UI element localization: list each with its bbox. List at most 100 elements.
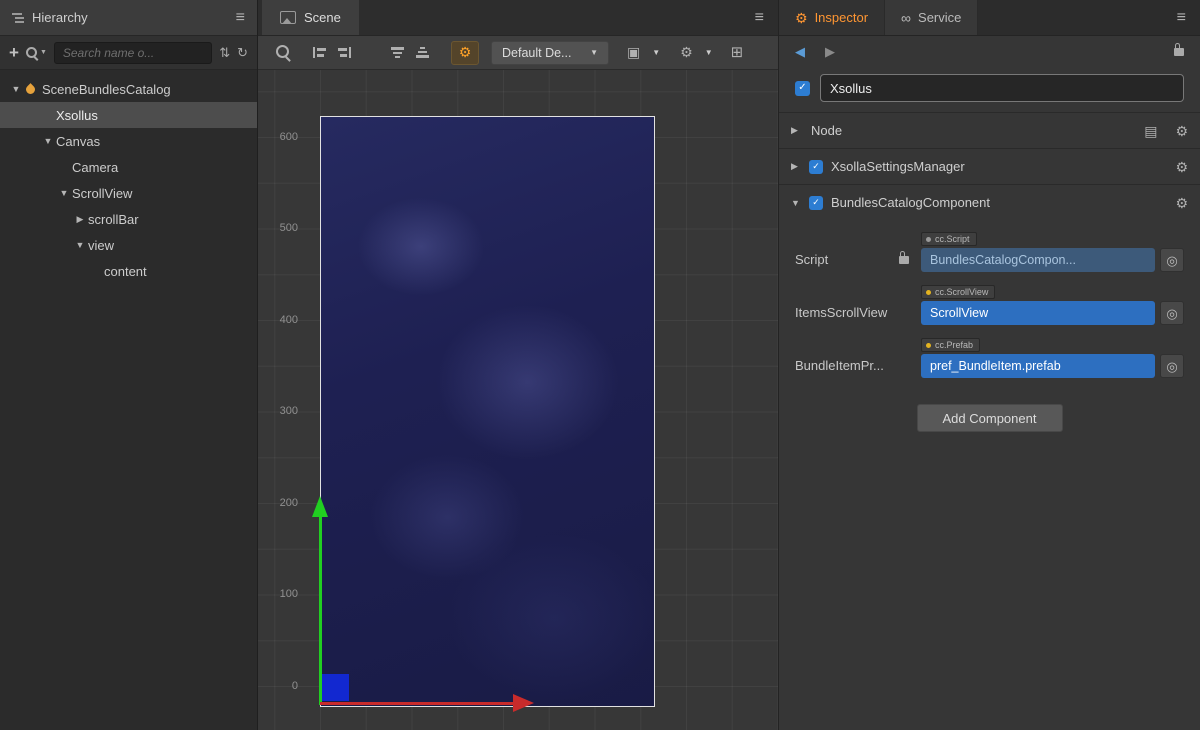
scene-settings-dropdown[interactable]: ⚙ ▼ xyxy=(680,44,712,61)
tab-inspector[interactable]: ⚙ Inspector xyxy=(779,0,885,35)
prefab-reference-field[interactable]: pref_BundleItem.prefab xyxy=(921,354,1155,378)
nav-back-button[interactable]: ◀ xyxy=(795,44,805,60)
gear-icon: ⚙ xyxy=(459,44,472,61)
reference-value: pref_BundleItem.prefab xyxy=(930,359,1061,373)
node-name-row: ✓ xyxy=(779,68,1200,108)
gizmo-toggle-button[interactable]: ⚙ xyxy=(451,41,479,65)
gear-icon[interactable]: ⚙ xyxy=(1175,160,1188,174)
ruler-label: 200 xyxy=(258,497,298,509)
zoom-icon[interactable] xyxy=(276,45,289,60)
align-right-icon[interactable] xyxy=(338,47,351,58)
scene-menu-icon[interactable]: ≡ xyxy=(755,10,764,26)
docs-icon[interactable]: ▤ xyxy=(1144,124,1157,138)
send-backward-icon[interactable] xyxy=(391,47,404,58)
hierarchy-icon xyxy=(12,13,24,23)
reference-picker-button[interactable]: ◎ xyxy=(1160,248,1184,272)
type-chip: cc.Prefab xyxy=(921,338,980,352)
component-header-bundlescatalogcomponent[interactable]: ▼ ✓ BundlesCatalogComponent ⚙ xyxy=(779,184,1200,220)
component-properties: Script cc.Script BundlesCatalogCompon...… xyxy=(779,220,1200,378)
expander-down-icon[interactable]: ▼ xyxy=(40,136,56,146)
search-filter-button[interactable]: ▼ xyxy=(26,47,47,58)
node-section-header[interactable]: ▶ Node ▤ ⚙ xyxy=(779,112,1200,148)
refresh-icon[interactable]: ↻ xyxy=(237,46,248,59)
component-enabled-checkbox[interactable]: ✓ xyxy=(809,196,823,210)
inspector-menu-icon[interactable]: ≡ xyxy=(1177,10,1186,26)
tree-item-view[interactable]: ▼ view xyxy=(0,232,257,258)
create-node-button[interactable]: + xyxy=(9,44,19,61)
tree-item-canvas[interactable]: ▼ Canvas xyxy=(0,128,257,154)
design-resolution-dropdown[interactable]: Default De... ▼ xyxy=(491,41,609,65)
expander-down-icon[interactable]: ▼ xyxy=(8,84,24,94)
scene-preview[interactable] xyxy=(320,116,655,707)
gear-icon[interactable]: ⚙ xyxy=(1175,124,1188,138)
reference-picker-button[interactable]: ◎ xyxy=(1160,354,1184,378)
scrollview-reference-field[interactable]: ScrollView xyxy=(921,301,1155,325)
expander-right-icon[interactable]: ▶ xyxy=(791,125,809,136)
tree-item-xsollus[interactable]: Xsollus xyxy=(0,102,257,128)
property-row-bundleitemprefab: BundleItemPr... cc.Prefab pref_BundleIte… xyxy=(779,338,1200,378)
type-dot-icon xyxy=(926,290,931,295)
align-left-icon[interactable] xyxy=(313,47,326,58)
hierarchy-tree: ▼ SceneBundlesCatalog Xsollus ▼ Canvas C… xyxy=(0,70,257,284)
reference-picker-button[interactable]: ◎ xyxy=(1160,301,1184,325)
inspector-tab-label: Inspector xyxy=(815,10,868,25)
gear-icon[interactable]: ⚙ xyxy=(1175,196,1188,210)
check-icon: ✓ xyxy=(812,162,820,171)
tree-item-content[interactable]: content xyxy=(0,258,257,284)
reference-value: BundlesCatalogCompon... xyxy=(930,253,1076,267)
target-icon: ◎ xyxy=(1166,307,1177,320)
nav-forward-button[interactable]: ▶ xyxy=(825,44,835,60)
x-axis-arrowhead[interactable] xyxy=(513,694,534,712)
search-input[interactable] xyxy=(54,42,212,64)
service-icon: ∞ xyxy=(901,11,911,25)
tab-scene[interactable]: Scene xyxy=(262,0,359,35)
gear-icon: ⚙ xyxy=(680,44,693,61)
component-name-label: XsollaSettingsManager xyxy=(831,159,965,174)
collapse-all-icon[interactable]: ⇅ xyxy=(219,46,230,59)
cocos-creator-editor: Hierarchy ≡ + ▼ ⇅ ↻ ▼ SceneBundlesCatalo… xyxy=(0,0,1200,730)
tree-item-camera[interactable]: Camera xyxy=(0,154,257,180)
check-icon: ✓ xyxy=(812,198,820,207)
view-mode-dropdown[interactable]: ▣ ▼ xyxy=(627,44,660,61)
node-active-checkbox[interactable]: ✓ xyxy=(795,81,810,96)
inspector-panel: ⚙ Inspector ∞ Service ≡ ◀ ▶ ✓ ▶ Node ▤ xyxy=(778,0,1200,730)
tree-item-label: scrollBar xyxy=(88,212,139,227)
scene-canvas[interactable]: 600 500 400 300 200 100 0 xyxy=(258,70,778,730)
expander-down-icon[interactable]: ▼ xyxy=(72,240,88,250)
tree-item-label: ScrollView xyxy=(72,186,132,201)
expander-down-icon[interactable]: ▼ xyxy=(791,198,809,208)
x-axis-gizmo[interactable] xyxy=(320,702,513,705)
unlock-icon[interactable] xyxy=(1174,48,1184,56)
tree-item-label: SceneBundlesCatalog xyxy=(42,82,171,97)
tree-item-scenebundlescatalog[interactable]: ▼ SceneBundlesCatalog xyxy=(0,76,257,102)
ruler-label: 500 xyxy=(258,222,298,234)
add-component-button[interactable]: Add Component xyxy=(917,404,1063,432)
service-tab-label: Service xyxy=(918,10,961,25)
component-header-xsollasettingsmanager[interactable]: ▶ ✓ XsollaSettingsManager ⚙ xyxy=(779,148,1200,184)
type-chip: cc.ScrollView xyxy=(921,285,995,299)
expander-right-icon[interactable]: ▶ xyxy=(72,214,88,225)
y-axis-arrowhead[interactable] xyxy=(312,496,328,517)
hierarchy-menu-icon[interactable]: ≡ xyxy=(236,10,245,26)
component-enabled-checkbox[interactable]: ✓ xyxy=(809,160,823,174)
origin-handle[interactable] xyxy=(322,674,349,701)
script-reference-field[interactable]: BundlesCatalogCompon... xyxy=(921,248,1155,272)
scene-tab-label: Scene xyxy=(304,10,341,25)
target-icon: ◎ xyxy=(1166,254,1177,267)
design-resolution-label: Default De... xyxy=(502,46,571,60)
tree-item-scrollview[interactable]: ▼ ScrollView xyxy=(0,180,257,206)
tree-item-label: Xsollus xyxy=(56,108,98,123)
node-name-input[interactable] xyxy=(820,74,1184,102)
tree-item-label: Canvas xyxy=(56,134,100,149)
expander-right-icon[interactable]: ▶ xyxy=(791,161,809,172)
expander-down-icon[interactable]: ▼ xyxy=(56,188,72,198)
tab-service[interactable]: ∞ Service xyxy=(885,0,978,35)
tree-item-scrollbar[interactable]: ▶ scrollBar xyxy=(0,206,257,232)
display-icon: ▣ xyxy=(627,44,640,61)
bring-forward-icon[interactable] xyxy=(416,47,429,58)
node-section-label: Node xyxy=(811,123,842,138)
gear-icon: ⚙ xyxy=(795,11,808,25)
component-name-label: BundlesCatalogComponent xyxy=(831,195,990,210)
grid-toggle-icon[interactable]: ⊞ xyxy=(731,45,744,60)
inspector-tabbar: ⚙ Inspector ∞ Service ≡ xyxy=(779,0,1200,36)
